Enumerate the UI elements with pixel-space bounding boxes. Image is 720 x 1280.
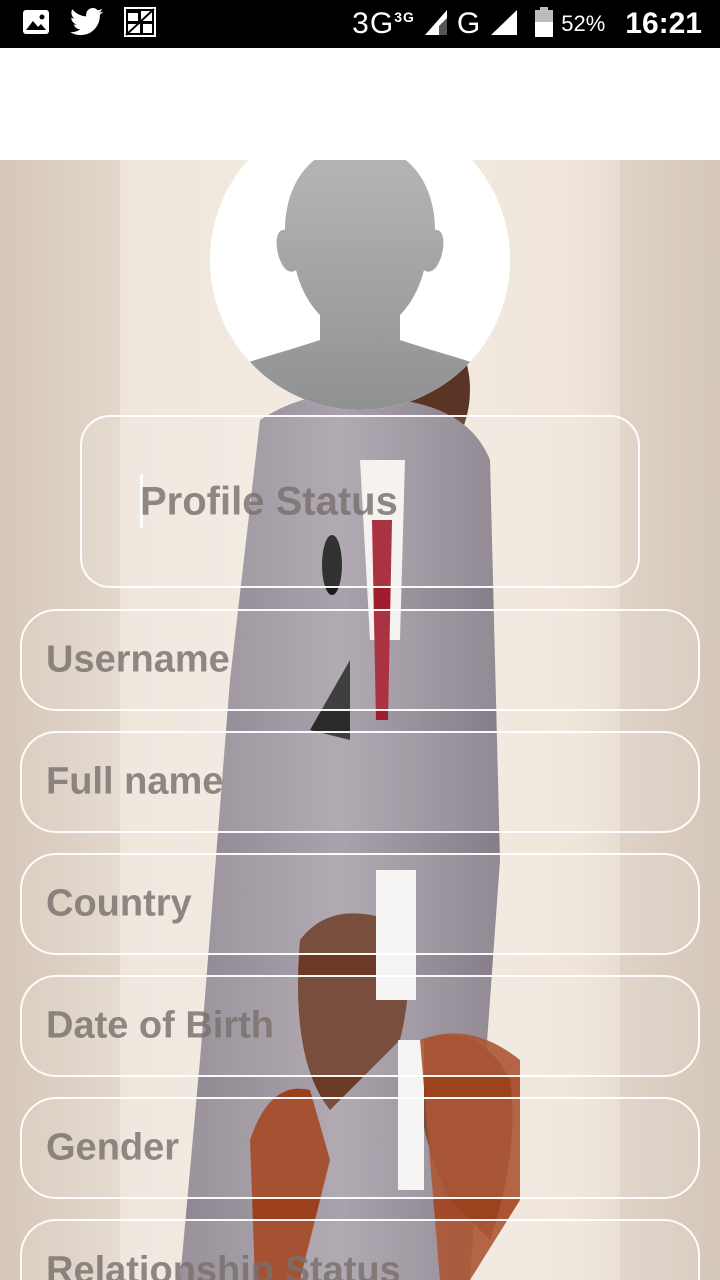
clock: 16:21 xyxy=(625,7,702,40)
username-field[interactable]: Username xyxy=(20,609,700,711)
profile-avatar[interactable] xyxy=(210,160,510,410)
image-icon xyxy=(22,9,50,40)
twitter-icon xyxy=(70,7,104,41)
app-icon xyxy=(124,6,156,42)
status-bar: 3G3G G 52% 16:21 xyxy=(0,0,720,48)
app-bar xyxy=(0,48,720,160)
relationship-status-field[interactable]: Relationship Status xyxy=(20,1219,700,1280)
profile-status-input[interactable]: Profile Status xyxy=(80,415,640,588)
username-placeholder: Username xyxy=(46,638,230,681)
battery-percentage: 52% xyxy=(561,11,606,36)
avatar-container xyxy=(0,160,720,410)
network-type-secondary: G xyxy=(456,7,482,40)
profile-status-placeholder: Profile Status xyxy=(140,479,398,523)
signal-icon xyxy=(489,8,519,41)
gender-placeholder: Gender xyxy=(46,1126,180,1169)
country-field[interactable]: Country xyxy=(20,853,700,955)
battery-icon xyxy=(535,6,554,42)
gender-field[interactable]: Gender xyxy=(20,1097,700,1199)
relationship-status-placeholder: Relationship Status xyxy=(46,1249,401,1280)
full-name-field[interactable]: Full name xyxy=(20,731,700,833)
full-name-placeholder: Full name xyxy=(46,760,224,803)
country-placeholder: Country xyxy=(46,882,192,925)
person-silhouette-icon xyxy=(210,160,510,410)
date-of-birth-field[interactable]: Date of Birth xyxy=(20,975,700,1077)
network-type-primary: 3G3G xyxy=(352,7,415,40)
signal-icon xyxy=(423,8,449,41)
date-of-birth-placeholder: Date of Birth xyxy=(46,1004,274,1047)
